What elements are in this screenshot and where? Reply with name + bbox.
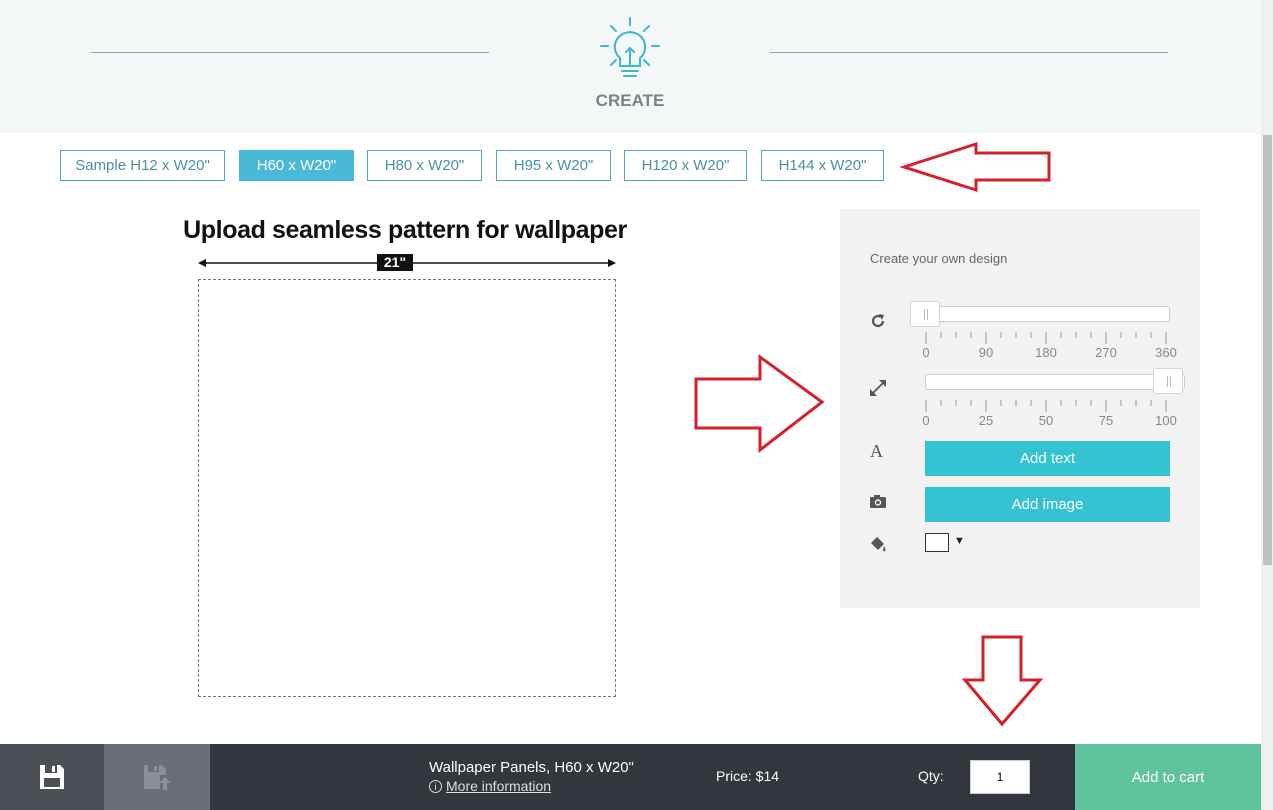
info-icon: i — [429, 779, 442, 793]
scale-tick-label: 25 — [978, 413, 994, 428]
fill-color-swatch[interactable] — [925, 533, 949, 552]
rotate-tick-label: 360 — [1155, 345, 1177, 360]
design-panel-title: Create your own design — [870, 251, 1008, 266]
annotation-arrow-down — [961, 635, 1044, 727]
pattern-upload-area[interactable] — [198, 279, 616, 697]
rotate-tick-label: 90 — [978, 345, 994, 360]
text-icon: A — [870, 441, 883, 461]
add-text-button[interactable]: Add text — [925, 441, 1170, 476]
save-as-button[interactable] — [104, 744, 210, 810]
page-scrollbar-thumb[interactable] — [1263, 135, 1272, 565]
price-label: Price: $14 — [716, 768, 780, 784]
tab-h80[interactable]: H80 x W20" — [367, 150, 482, 181]
camera-icon — [870, 495, 886, 508]
rotate-slider-handle[interactable] — [910, 301, 940, 327]
save-as-icon — [144, 765, 171, 790]
header-divider-right — [770, 52, 1168, 53]
scale-slider-handle[interactable] — [1153, 368, 1183, 394]
width-dimension-label: 21" — [377, 254, 413, 271]
paint-bucket-icon — [871, 537, 886, 552]
resize-icon — [870, 380, 886, 396]
scale-slider-track[interactable] — [925, 374, 1185, 390]
more-information-label[interactable]: More information — [446, 778, 551, 794]
tab-h120[interactable]: H120 x W20" — [624, 150, 747, 181]
canvas-title: Upload seamless pattern for wallpaper — [183, 216, 627, 244]
rotate-slider-track[interactable] — [910, 306, 1170, 322]
add-to-cart-button[interactable]: Add to cart — [1075, 744, 1261, 810]
add-image-button[interactable]: Add image — [925, 487, 1170, 522]
annotation-arrow-right — [694, 354, 825, 454]
lightbulb-icon — [600, 17, 660, 77]
step-label: CREATE — [595, 91, 665, 110]
fill-color-dropdown-icon[interactable]: ▼ — [954, 535, 965, 547]
tab-h60[interactable]: H60 x W20" — [239, 150, 354, 181]
rotate-tick-label: 0 — [922, 345, 930, 360]
product-name: Wallpaper Panels, H60 x W20" — [429, 759, 634, 776]
annotation-arrow-left — [899, 141, 1051, 193]
save-icon — [40, 765, 64, 789]
rotate-tick-label: 270 — [1095, 345, 1117, 360]
scale-tick-label: 50 — [1038, 413, 1054, 428]
scale-tick-label: 0 — [922, 413, 930, 428]
svg-text:A: A — [870, 441, 883, 461]
scale-tick-label: 75 — [1098, 413, 1114, 428]
tab-h95[interactable]: H95 x W20" — [496, 150, 611, 181]
save-button[interactable] — [0, 744, 104, 810]
tab-sample-h12[interactable]: Sample H12 x W20" — [60, 150, 225, 181]
header-divider-left — [91, 52, 489, 53]
scale-tick-label: 100 — [1155, 413, 1177, 428]
rotate-tick-label: 180 — [1035, 345, 1057, 360]
quantity-label: Qty: — [918, 768, 944, 784]
quantity-input[interactable] — [970, 760, 1030, 794]
tab-h144[interactable]: H144 x W20" — [761, 150, 884, 181]
more-information-link[interactable]: i More information — [429, 778, 551, 794]
rotate-icon — [871, 314, 885, 328]
